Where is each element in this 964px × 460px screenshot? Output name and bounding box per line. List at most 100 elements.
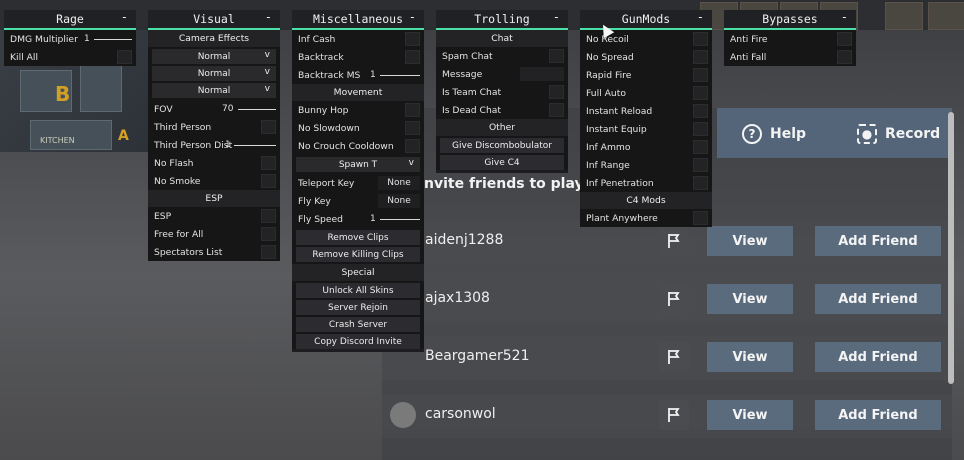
minimize-button[interactable]: - xyxy=(841,10,848,24)
checkbox[interactable] xyxy=(261,227,276,241)
report-button[interactable] xyxy=(659,342,689,372)
camera-effect-dropdown[interactable]: Normal v xyxy=(152,66,276,81)
checkbox[interactable] xyxy=(117,50,132,64)
view-button[interactable]: View xyxy=(707,342,793,372)
spawn-dropdown[interactable]: Spawn T v xyxy=(296,157,420,172)
unlock-all-skins-button[interactable]: Unlock All Skins xyxy=(296,283,420,298)
record-button[interactable]: ● Record xyxy=(857,122,940,146)
inf-range-toggle[interactable]: Inf Range xyxy=(580,156,712,174)
checkbox[interactable] xyxy=(549,49,564,63)
no-spread-toggle[interactable]: No Spread xyxy=(580,48,712,66)
give-discombobulator-button[interactable]: Give Discombobulator xyxy=(440,138,564,153)
backtrack-toggle[interactable]: Backtrack xyxy=(292,48,424,66)
checkbox[interactable] xyxy=(405,139,420,153)
anti-fall-toggle[interactable]: Anti Fall xyxy=(724,48,856,66)
plant-anywhere-toggle[interactable]: Plant Anywhere xyxy=(580,209,712,227)
dmg-multiplier-slider[interactable]: DMG Multiplier 1 xyxy=(4,30,136,48)
instant-reload-toggle[interactable]: Instant Reload xyxy=(580,102,712,120)
remove-killing-clips-button[interactable]: Remove Killing Clips xyxy=(296,247,420,262)
rapid-fire-toggle[interactable]: Rapid Fire xyxy=(580,66,712,84)
teleport-key-bind[interactable]: Teleport Key None xyxy=(292,174,424,192)
no-crouch-cooldown-toggle[interactable]: No Crouch Cooldown xyxy=(292,137,424,155)
checkbox[interactable] xyxy=(693,50,708,64)
slider-track[interactable] xyxy=(234,145,276,146)
checkbox[interactable] xyxy=(693,176,708,190)
window-titlebar[interactable]: Bypasses - xyxy=(724,10,856,30)
camera-effect-dropdown[interactable]: Normal v xyxy=(152,49,276,64)
checkbox[interactable] xyxy=(261,209,276,223)
no-slowdown-toggle[interactable]: No Slowdown xyxy=(292,119,424,137)
spectators-list-toggle[interactable]: Spectators List xyxy=(148,243,280,261)
add-friend-button[interactable]: Add Friend xyxy=(815,226,941,256)
checkbox[interactable] xyxy=(693,32,708,46)
keybind-button[interactable]: None xyxy=(378,194,420,208)
message-input[interactable] xyxy=(520,67,564,81)
minimize-button[interactable]: - xyxy=(265,10,272,24)
add-friend-button[interactable]: Add Friend xyxy=(815,342,941,372)
esp-toggle[interactable]: ESP xyxy=(148,207,280,225)
checkbox[interactable] xyxy=(261,120,276,134)
checkbox[interactable] xyxy=(261,245,276,259)
checkbox[interactable] xyxy=(693,140,708,154)
fly-speed-slider[interactable]: Fly Speed 1 xyxy=(292,210,424,228)
anti-fire-toggle[interactable]: Anti Fire xyxy=(724,30,856,48)
slider-track[interactable] xyxy=(238,109,276,110)
report-button[interactable] xyxy=(659,400,689,430)
slider-track[interactable] xyxy=(380,219,420,220)
fov-slider[interactable]: FOV 70 xyxy=(148,100,280,118)
window-titlebar[interactable]: Rage - xyxy=(4,10,136,30)
remove-clips-button[interactable]: Remove Clips xyxy=(296,230,420,245)
checkbox[interactable] xyxy=(693,86,708,100)
scrollbar[interactable] xyxy=(948,112,954,384)
checkbox[interactable] xyxy=(549,85,564,99)
checkbox[interactable] xyxy=(405,103,420,117)
keybind-button[interactable]: None xyxy=(378,176,420,190)
inf-ammo-toggle[interactable]: Inf Ammo xyxy=(580,138,712,156)
crash-server-button[interactable]: Crash Server xyxy=(296,317,420,332)
view-button[interactable]: View xyxy=(707,226,793,256)
kill-all-toggle[interactable]: Kill All xyxy=(4,48,136,66)
checkbox[interactable] xyxy=(261,174,276,188)
window-titlebar[interactable]: Miscellaneous - xyxy=(292,10,424,30)
free-for-all-toggle[interactable]: Free for All xyxy=(148,225,280,243)
inf-cash-toggle[interactable]: Inf Cash xyxy=(292,30,424,48)
slider-track[interactable] xyxy=(94,39,132,40)
camera-effect-dropdown[interactable]: Normal v xyxy=(152,83,276,98)
report-button[interactable] xyxy=(659,284,689,314)
checkbox[interactable] xyxy=(693,158,708,172)
add-friend-button[interactable]: Add Friend xyxy=(815,284,941,314)
report-button[interactable] xyxy=(659,226,689,256)
copy-discord-invite-button[interactable]: Copy Discord Invite xyxy=(296,334,420,349)
instant-equip-toggle[interactable]: Instant Equip xyxy=(580,120,712,138)
no-smoke-toggle[interactable]: No Smoke xyxy=(148,172,280,190)
checkbox[interactable] xyxy=(261,156,276,170)
spam-chat-toggle[interactable]: Spam Chat xyxy=(436,47,568,65)
view-button[interactable]: View xyxy=(707,400,793,430)
no-flash-toggle[interactable]: No Flash xyxy=(148,154,280,172)
checkbox[interactable] xyxy=(693,104,708,118)
minimize-button[interactable]: - xyxy=(121,10,128,24)
checkbox[interactable] xyxy=(693,68,708,82)
add-friend-button[interactable]: Add Friend xyxy=(815,400,941,430)
inf-penetration-toggle[interactable]: Inf Penetration xyxy=(580,174,712,192)
slider-track[interactable] xyxy=(380,75,420,76)
bunny-hop-toggle[interactable]: Bunny Hop xyxy=(292,101,424,119)
third-person-dist-slider[interactable]: Third Person Dist 1 xyxy=(148,136,280,154)
backtrack-ms-slider[interactable]: Backtrack MS 1 xyxy=(292,66,424,84)
minimize-button[interactable]: - xyxy=(553,10,560,24)
is-team-chat-toggle[interactable]: Is Team Chat xyxy=(436,83,568,101)
window-titlebar[interactable]: Trolling - xyxy=(436,10,568,30)
message-field[interactable]: Message xyxy=(436,65,568,83)
fly-key-bind[interactable]: Fly Key None xyxy=(292,192,424,210)
minimize-button[interactable]: - xyxy=(697,10,704,24)
checkbox[interactable] xyxy=(405,121,420,135)
checkbox[interactable] xyxy=(693,122,708,136)
view-button[interactable]: View xyxy=(707,284,793,314)
help-button[interactable]: ? Help xyxy=(742,122,806,146)
checkbox[interactable] xyxy=(405,50,420,64)
is-dead-chat-toggle[interactable]: Is Dead Chat xyxy=(436,101,568,119)
window-titlebar[interactable]: Visual - xyxy=(148,10,280,30)
third-person-toggle[interactable]: Third Person xyxy=(148,118,280,136)
full-auto-toggle[interactable]: Full Auto xyxy=(580,84,712,102)
server-rejoin-button[interactable]: Server Rejoin xyxy=(296,300,420,315)
